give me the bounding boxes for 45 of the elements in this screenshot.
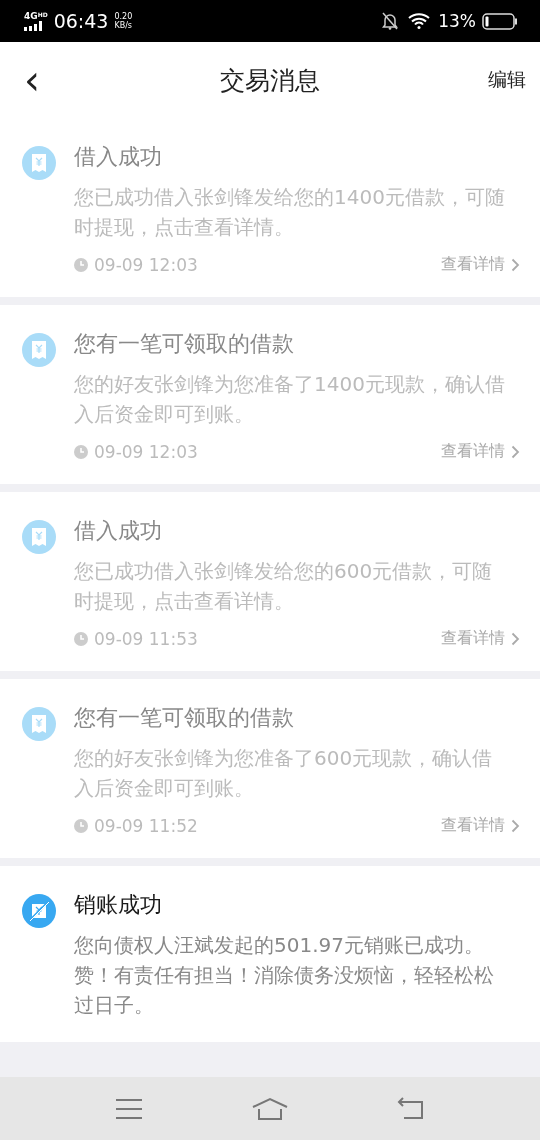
chevron-right-icon [511, 818, 520, 833]
speed-unit: KB/s [114, 21, 133, 30]
message-title: 销账成功 [74, 892, 163, 918]
bell-muted-icon [382, 12, 399, 30]
write-off-icon [22, 894, 56, 928]
message-body: 您已成功借入张剑锋发给您的1400元借款，可随时提现，点击查看详情。 [74, 184, 506, 241]
chevron-right-icon [511, 257, 520, 272]
battery-percent: 13% [438, 11, 476, 31]
message-time: 09-09 12:03 [94, 441, 198, 462]
clock-time: 06:43 [53, 10, 109, 32]
message-body: 您的好友张剑锋为您准备了1400元现款，确认借入后资金即可到账。 [74, 371, 506, 428]
clock-icon [74, 818, 88, 833]
chevron-right-icon [511, 631, 520, 646]
clock-icon [74, 631, 88, 646]
clock-icon [74, 444, 88, 459]
back-button[interactable]: ‹ [18, 60, 46, 100]
view-details-link[interactable]: 查看详情 [441, 628, 520, 649]
speed-value: 0.20 [114, 12, 133, 21]
receipt-icon [22, 146, 56, 180]
message-title: 借入成功 [74, 518, 163, 544]
view-details-link[interactable]: 查看详情 [441, 815, 520, 836]
view-details-link[interactable]: 查看详情 [441, 254, 520, 275]
receipt-icon [22, 333, 56, 367]
page-title: 交易消息 [220, 65, 320, 95]
home-icon[interactable] [252, 1096, 288, 1121]
message-title: 借入成功 [74, 144, 163, 170]
view-details-link[interactable]: 查看详情 [441, 441, 520, 462]
message-body: 您的好友张剑锋为您准备了600元现款，确认借入后资金即可到账。 [74, 745, 494, 802]
message-body: 您已成功借入张剑锋发给您的600元借款，可随时提现，点击查看详情。 [74, 558, 494, 615]
battery-icon [482, 12, 518, 30]
message-title: 您有一笔可领取的借款 [74, 331, 295, 357]
back-icon[interactable] [397, 1096, 426, 1121]
edit-button[interactable]: 编辑 [488, 67, 526, 93]
message-time: 09-09 12:03 [94, 254, 198, 275]
menu-icon[interactable] [114, 1097, 143, 1120]
message-time: 09-09 11:52 [94, 815, 198, 836]
network-label: 4G [24, 11, 38, 21]
message-title: 您有一笔可领取的借款 [74, 705, 295, 731]
wifi-icon [408, 13, 431, 29]
receipt-icon [22, 707, 56, 741]
receipt-icon [22, 520, 56, 554]
chevron-right-icon [511, 444, 520, 459]
message-time: 09-09 11:53 [94, 628, 198, 649]
clock-icon [74, 257, 88, 272]
message-body: 您向债权人汪斌发起的501.97元销账已成功。赞！有责任有担当！消除债务没烦恼，轻轻松松过日子。 [74, 932, 495, 1019]
